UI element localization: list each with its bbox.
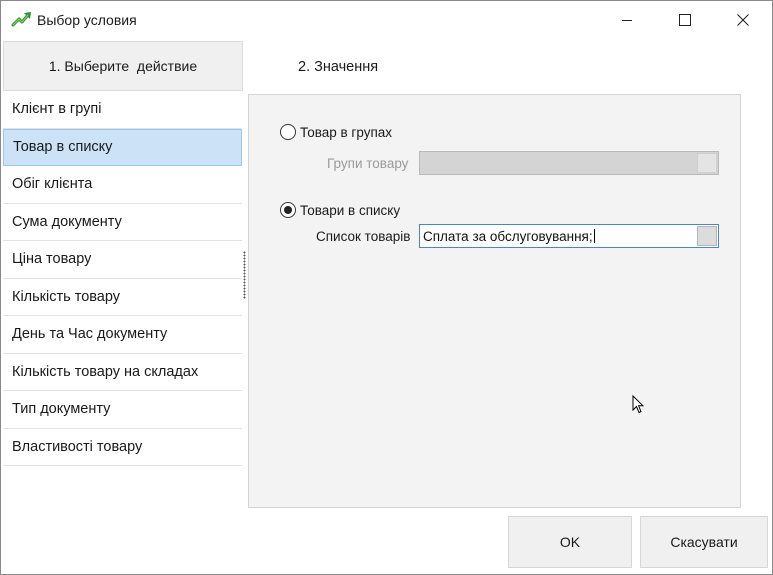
action-item-product-properties[interactable]: Властивості товару xyxy=(3,428,242,466)
text-caret xyxy=(593,229,595,243)
minimize-icon xyxy=(622,20,632,21)
radio-label: Товари в списку xyxy=(300,202,401,218)
product-groups-label: Групи товару xyxy=(327,156,409,171)
minimize-button[interactable] xyxy=(598,1,656,39)
values-panel: Товар в групах Групи товару Товари в спи… xyxy=(248,94,741,508)
action-item-document-type[interactable]: Тип документу xyxy=(3,391,242,429)
cancel-button[interactable]: Скасувати xyxy=(640,516,768,568)
close-icon xyxy=(737,14,749,26)
radio-circle-checked[interactable] xyxy=(280,202,296,218)
radio-label: Товар в групах xyxy=(300,124,393,140)
close-button[interactable] xyxy=(714,1,772,39)
product-list-field[interactable]: Сплата за обслуговування; xyxy=(419,224,719,248)
maximize-icon xyxy=(679,14,691,26)
mouse-cursor-icon xyxy=(632,395,644,414)
ok-button[interactable]: OK xyxy=(508,516,632,568)
action-list-header: 1. Выберите действие xyxy=(3,41,243,91)
product-list-browse-button[interactable] xyxy=(697,226,717,246)
action-item-product-price[interactable]: Ціна товару xyxy=(3,241,242,279)
product-groups-field xyxy=(419,151,719,175)
action-item-document-sum[interactable]: Сума документу xyxy=(3,203,242,241)
values-header: 2. Значення xyxy=(298,59,379,75)
product-list-value[interactable]: Сплата за обслуговування; xyxy=(423,229,595,244)
action-item-product-quantity[interactable]: Кількість товару xyxy=(3,278,242,316)
green-arrow-icon xyxy=(11,12,31,27)
action-item-document-datetime[interactable]: День та Час документу xyxy=(3,316,242,354)
window-title: Выбор условия xyxy=(37,12,137,28)
dialog-window: Выбор условия 1. Выберите действие Клієн… xyxy=(0,0,773,575)
product-groups-browse-button xyxy=(697,153,717,173)
action-list: Клієнт в групі Товар в списку Обіг клієн… xyxy=(3,91,242,466)
maximize-button[interactable] xyxy=(656,1,714,39)
product-list-label: Список товарів xyxy=(316,229,411,244)
radio-products-in-list[interactable]: Товари в списку xyxy=(280,202,400,218)
title-bar[interactable]: Выбор условия xyxy=(1,1,772,39)
action-item-product-in-list[interactable]: Товар в списку xyxy=(3,128,242,166)
panel-splitter[interactable] xyxy=(243,251,246,299)
action-item-client-in-group[interactable]: Клієнт в групі xyxy=(3,91,242,129)
radio-circle[interactable] xyxy=(280,124,296,140)
action-item-client-turnover[interactable]: Обіг клієнта xyxy=(3,166,242,204)
radio-product-in-groups[interactable]: Товар в групах xyxy=(280,124,392,140)
action-item-stock-quantity[interactable]: Кількість товару на складах xyxy=(3,353,242,391)
